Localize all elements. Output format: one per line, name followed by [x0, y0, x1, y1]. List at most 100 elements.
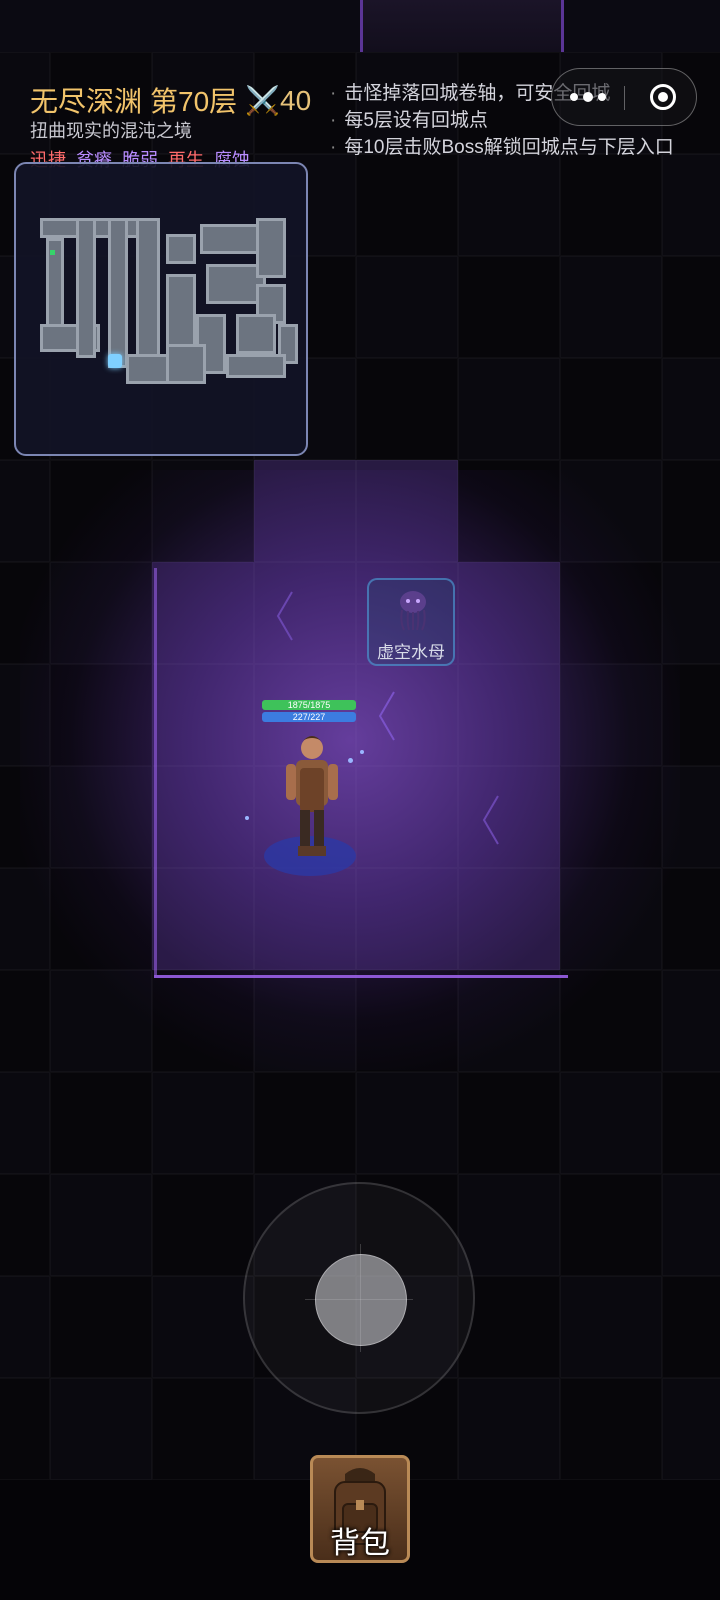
- floor-tile: [458, 970, 560, 1072]
- floor-tile: [152, 1174, 254, 1276]
- floor-tile: [50, 1378, 152, 1480]
- floor-tile: [560, 1378, 662, 1480]
- floor-tile: [50, 562, 152, 664]
- dungeon-name: 无尽深渊: [30, 86, 143, 117]
- floor-tile: [560, 562, 662, 664]
- floor-tile: [254, 868, 356, 970]
- floor-tile: [458, 358, 560, 460]
- floor-tile: [152, 766, 254, 868]
- minimap-room: [76, 218, 96, 358]
- floor-tile: [458, 868, 560, 970]
- backpack-button[interactable]: 背包: [310, 1455, 410, 1563]
- power-indicator: ⚔️40: [245, 84, 312, 116]
- floor-tile: [0, 460, 50, 562]
- floor-tile: [458, 1072, 560, 1174]
- floor-tile: [662, 460, 720, 562]
- floor-tile: [356, 1072, 458, 1174]
- player-character[interactable]: [262, 728, 358, 876]
- floor-tile: [0, 766, 50, 868]
- miniprogram-capsule: [551, 68, 697, 126]
- floor-tile: [356, 256, 458, 358]
- room-wall-bottom: [154, 975, 568, 978]
- sparkle: [360, 750, 364, 754]
- floor-tile: [152, 664, 254, 766]
- rune-icon: [482, 795, 499, 845]
- floor-tile: [356, 154, 458, 256]
- floor-tile: [356, 766, 458, 868]
- floor-tile: [662, 1174, 720, 1276]
- floor-tile: [560, 1276, 662, 1378]
- minimap-room: [166, 234, 196, 264]
- floor-tile: [50, 970, 152, 1072]
- floor-tile: [662, 154, 720, 256]
- floor-tile: [458, 154, 560, 256]
- floor-tile: [560, 868, 662, 970]
- floor-tile: [152, 460, 254, 562]
- floor-tile: [458, 256, 560, 358]
- rune-icon: [276, 591, 293, 641]
- floor-tile: [254, 970, 356, 1072]
- minimap-room: [200, 224, 260, 254]
- floor-tile: [458, 562, 560, 664]
- dungeon-subtitle: 扭曲现实的混沌之境: [30, 121, 192, 141]
- floor-tile: [560, 256, 662, 358]
- floor-tile: [152, 1378, 254, 1480]
- floor-tile: [0, 1276, 50, 1378]
- floor-tile: [560, 154, 662, 256]
- floor-tile: [152, 970, 254, 1072]
- sparkle: [245, 816, 249, 820]
- joystick-knob[interactable]: [315, 1254, 407, 1346]
- player-mp-bar: 227/227: [262, 712, 356, 722]
- floor-tile: [254, 460, 356, 562]
- floor-tile: [356, 970, 458, 1072]
- minimap-room: [236, 314, 276, 354]
- floor-tile: [662, 562, 720, 664]
- floor-tile: [560, 358, 662, 460]
- monster-void-jellyfish[interactable]: 虚空水母: [367, 578, 455, 666]
- floor-tile: [50, 868, 152, 970]
- minimap-room: [256, 218, 286, 278]
- floor-tile: [0, 664, 50, 766]
- backpack-label: 背包: [330, 1527, 390, 1560]
- floor-tile: [50, 766, 152, 868]
- virtual-joystick[interactable]: [243, 1182, 475, 1414]
- floor-tile: [662, 970, 720, 1072]
- floor-tile: [458, 1174, 560, 1276]
- floor-tile: [560, 970, 662, 1072]
- floor-tile: [0, 1378, 50, 1480]
- target-close-icon[interactable]: [650, 84, 676, 110]
- floor-tile: [50, 1072, 152, 1174]
- floor-tile: [458, 1378, 560, 1480]
- floor-tile: [560, 460, 662, 562]
- minimap-room: [136, 218, 160, 368]
- monster-name: 虚空水母: [377, 643, 445, 662]
- corridor-top: [360, 0, 564, 52]
- floor-tile: [0, 1174, 50, 1276]
- floor-tile: [356, 358, 458, 460]
- minimap-player-marker: [108, 354, 122, 368]
- floor-tile: [458, 664, 560, 766]
- floor-tile: [662, 358, 720, 460]
- minimap-room: [226, 354, 286, 378]
- minimap-room: [166, 344, 206, 384]
- floor-tile: [356, 868, 458, 970]
- dungeon-title: 无尽深渊 第70层 ⚔️40: [30, 80, 311, 120]
- floor-tile: [50, 1174, 152, 1276]
- floor-tile: [0, 1072, 50, 1174]
- floor-tile: [458, 766, 560, 868]
- floor-tile: [356, 460, 458, 562]
- floor-tile: [0, 868, 50, 970]
- minimap-room: [108, 218, 128, 368]
- minimap[interactable]: [14, 162, 308, 456]
- more-dots-icon[interactable]: [570, 83, 620, 111]
- jellyfish-icon: [400, 591, 426, 631]
- floor-tile: [152, 1072, 254, 1174]
- floor-tile: [662, 1276, 720, 1378]
- floor-tile: [50, 664, 152, 766]
- floor-tile: [152, 868, 254, 970]
- floor-tile: [662, 256, 720, 358]
- floor-tile: [662, 868, 720, 970]
- floor-number: 第70层: [150, 86, 238, 117]
- tip-item: 每10层击败Boss解锁回城点与下层入口: [330, 134, 673, 161]
- floor-tile: [662, 1378, 720, 1480]
